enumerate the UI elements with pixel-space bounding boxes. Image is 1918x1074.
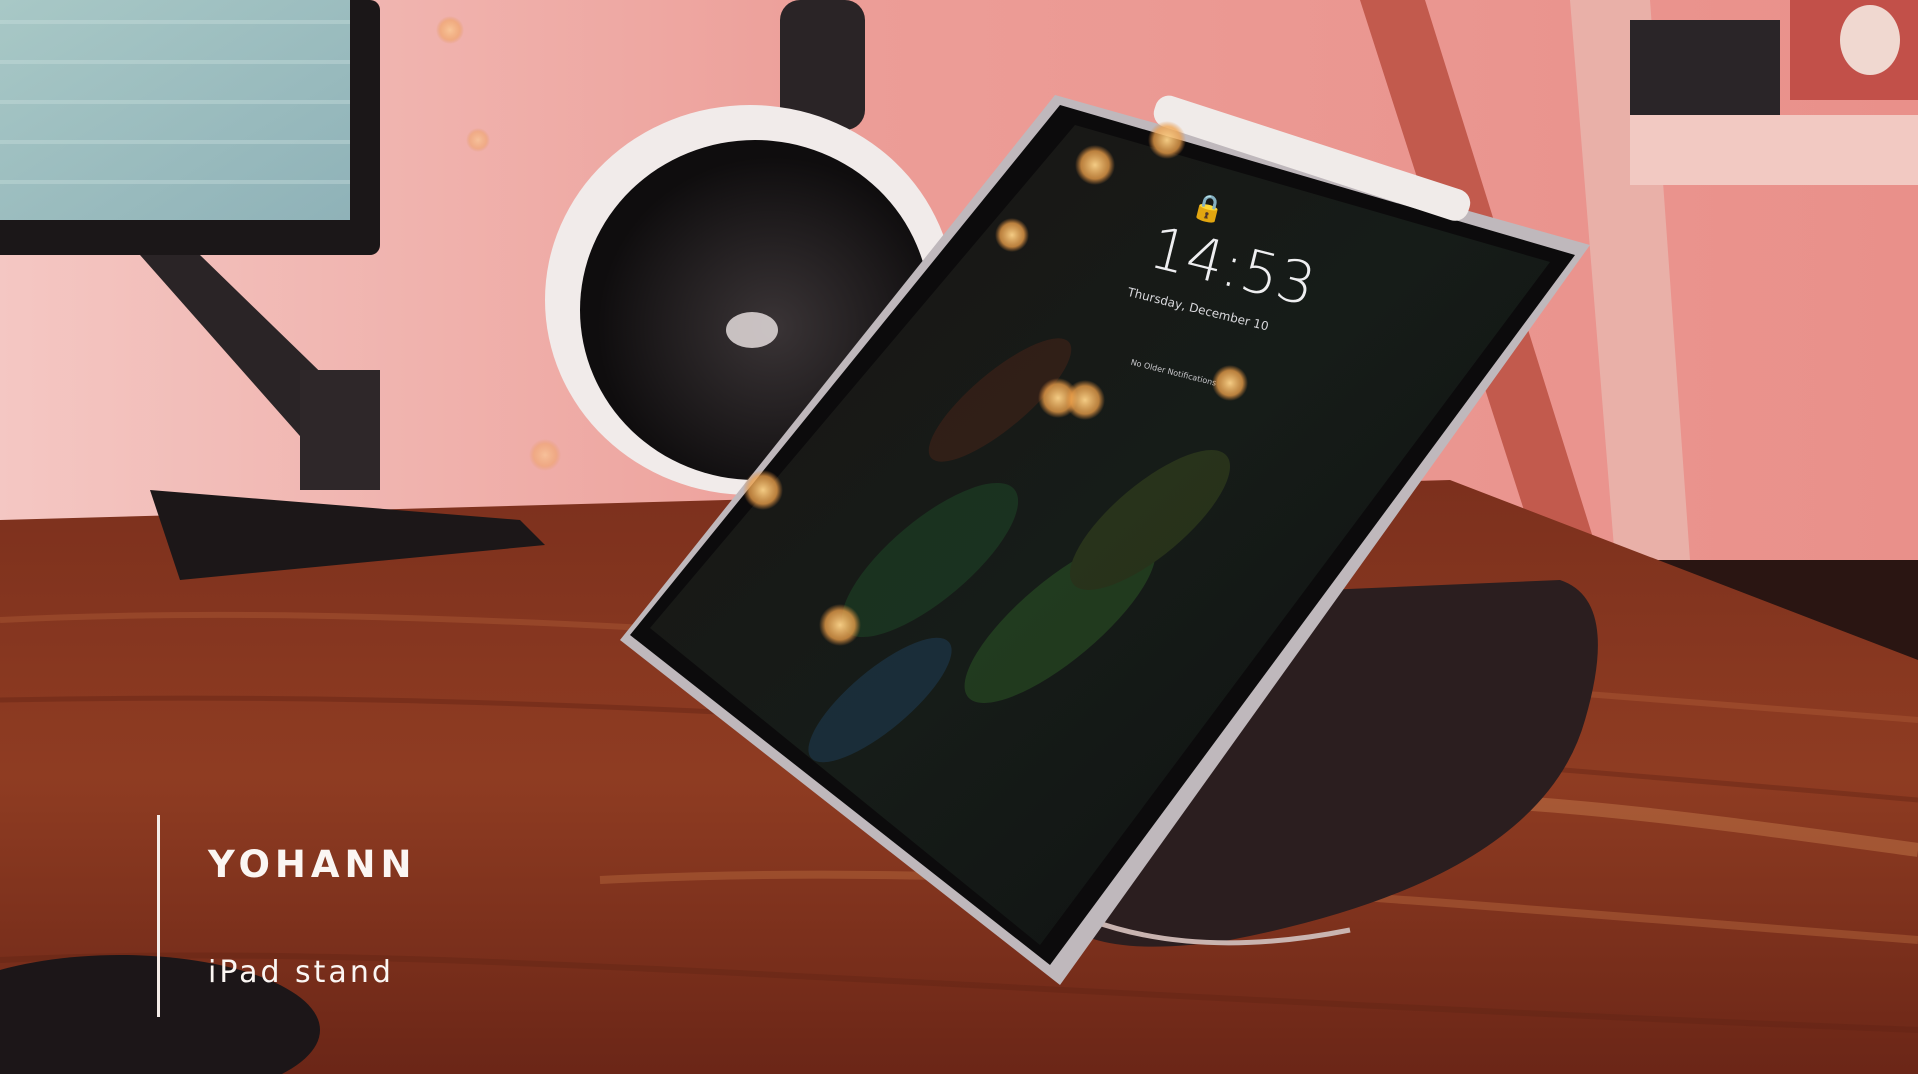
photo-scene: 🔒 14:53 Thursday, December 10 No Older N… (0, 0, 1918, 1074)
scene-illustration: 🔒 14:53 Thursday, December 10 No Older N… (0, 0, 1918, 1074)
